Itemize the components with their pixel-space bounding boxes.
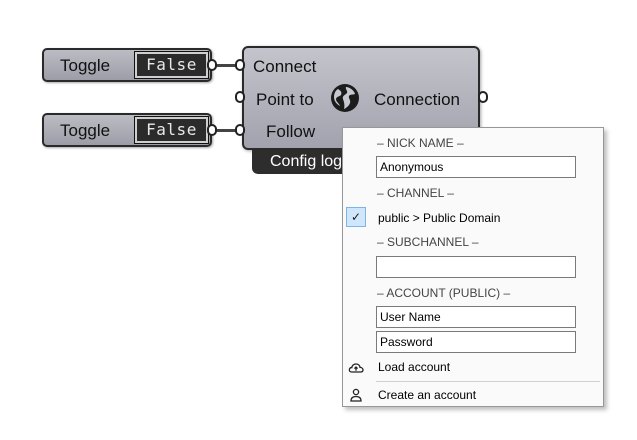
toggle-value[interactable]: False	[134, 51, 209, 79]
checkmark-icon: ✓	[346, 207, 366, 227]
toggle-2-output-port[interactable]	[207, 124, 217, 136]
nick-name-input[interactable]	[376, 156, 576, 178]
input-follow: Follow	[266, 122, 316, 141]
account-header: – ACCOUNT (PUBLIC) –	[377, 286, 511, 300]
menu-separator	[376, 381, 600, 382]
output-connection: Connection	[374, 90, 461, 109]
component-caption: Config login	[252, 150, 352, 174]
toggle-label: Toggle	[60, 121, 111, 140]
input-port-connect[interactable]	[235, 59, 245, 71]
toggle-label: Toggle	[60, 56, 111, 75]
nick-name-header: – NICK NAME –	[377, 136, 464, 150]
toggle-1-output-port[interactable]	[207, 59, 217, 71]
toggle-component-1[interactable]: Toggle False	[42, 48, 212, 82]
create-account-item[interactable]: Create an account	[378, 388, 476, 402]
channel-item-public[interactable]: public > Public Domain	[378, 211, 500, 225]
context-menu: – NICK NAME – – CHANNEL – ✓ public > Pub…	[342, 127, 604, 407]
input-port-point-to[interactable]	[235, 91, 245, 103]
password-input[interactable]	[376, 331, 576, 353]
cloud-upload-icon	[348, 363, 364, 373]
subchannel-header: – SUBCHANNEL –	[377, 235, 479, 249]
input-port-follow[interactable]	[235, 124, 245, 136]
toggle-value[interactable]: False	[134, 116, 209, 144]
username-input[interactable]	[376, 306, 576, 328]
user-icon	[350, 388, 362, 402]
input-point-to: Point to	[256, 90, 314, 109]
subchannel-input[interactable]	[376, 256, 576, 278]
channel-header: – CHANNEL –	[377, 186, 454, 200]
toggle-component-2[interactable]: Toggle False	[42, 113, 212, 147]
globe-icon	[331, 84, 359, 112]
input-connect: Connect	[253, 57, 317, 76]
output-port-connection[interactable]	[478, 91, 488, 103]
load-account-item[interactable]: Load account	[378, 360, 450, 374]
